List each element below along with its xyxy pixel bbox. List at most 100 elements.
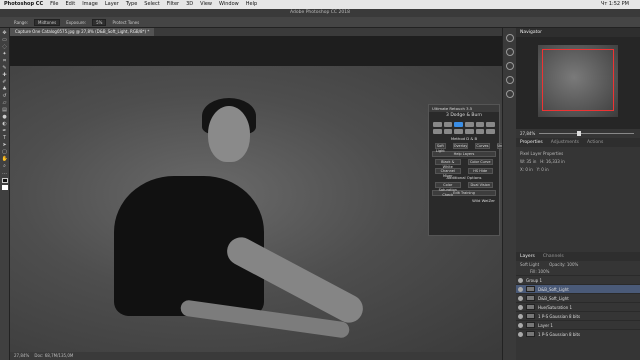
- exposure-field[interactable]: 5%: [92, 18, 107, 26]
- tab-actions[interactable]: Actions: [587, 138, 603, 147]
- menu-file[interactable]: File: [50, 0, 58, 9]
- clone-stamp-icon[interactable]: ♣: [2, 87, 8, 92]
- zoom-tool-icon[interactable]: ⌕: [2, 164, 8, 169]
- status-zoom[interactable]: 27,84%: [14, 353, 29, 358]
- document-tab[interactable]: Capture One Catalog0575.jpg @ 27,8% (D&B…: [10, 28, 155, 36]
- menu-window[interactable]: Window: [219, 0, 239, 9]
- tab-adjustments[interactable]: Adjustments: [551, 138, 579, 147]
- eye-icon[interactable]: [518, 313, 523, 319]
- soft-light-button[interactable]: Soft Light: [435, 143, 446, 153]
- color-saturation-check-button[interactable]: Color Saturation Check: [435, 182, 461, 197]
- foreground-color-swatch[interactable]: [1, 178, 8, 183]
- layer-row[interactable]: D&B_Soft_Light: [516, 293, 640, 302]
- color-curve-button[interactable]: Color Curve: [467, 159, 493, 165]
- opacity-field[interactable]: 100%: [567, 262, 578, 267]
- eraser-icon[interactable]: ▱: [2, 101, 8, 106]
- path-select-icon[interactable]: ➤: [2, 143, 8, 148]
- w-value[interactable]: 35 in: [526, 159, 536, 164]
- channel-mixer-button[interactable]: Channel Mixer: [435, 168, 461, 178]
- retouch-tool-icon[interactable]: [454, 129, 463, 134]
- dual-vision-button[interactable]: Dual Vision: [467, 182, 493, 188]
- swatches-icon[interactable]: [505, 62, 514, 70]
- move-tool-icon[interactable]: ✥: [2, 31, 8, 36]
- black-white-button[interactable]: Black & White: [435, 159, 461, 169]
- tools-panel: ✥ ▭ ◌ ✦ ⌗ ✎ ✚ ✐ ♣ ↺ ▱ ▤ ● ◐ ✒ T ➤ ▢ ✋ ⌕ …: [0, 28, 10, 360]
- navigator-zoom-value[interactable]: 27,84%: [520, 129, 535, 138]
- menu-type[interactable]: Type: [126, 0, 137, 9]
- menu-filter[interactable]: Filter: [167, 0, 179, 9]
- tab-properties[interactable]: Properties: [520, 138, 543, 147]
- eye-icon[interactable]: [518, 331, 523, 337]
- blur-tool-icon[interactable]: ●: [2, 115, 8, 120]
- navigator-preview[interactable]: [516, 37, 640, 129]
- app-menu[interactable]: Photoshop CC: [4, 0, 43, 9]
- brush-tool-icon[interactable]: ✐: [2, 80, 8, 85]
- retouch-tool-icon[interactable]: [443, 129, 453, 134]
- gradient-icon[interactable]: ▤: [2, 108, 8, 113]
- layer-row[interactable]: D&B_Soft_Light: [516, 284, 640, 293]
- x-value[interactable]: 0 in: [525, 167, 532, 172]
- pen-tool-icon[interactable]: ✒: [2, 129, 8, 134]
- info-icon[interactable]: [505, 90, 514, 98]
- retouch-tool-icon[interactable]: [475, 129, 485, 134]
- menu-image[interactable]: Image: [82, 0, 98, 9]
- menu-layer[interactable]: Layer: [105, 0, 119, 9]
- tab-channels[interactable]: Channels: [543, 252, 564, 261]
- menu-3d[interactable]: 3D: [186, 0, 193, 9]
- magic-wand-icon[interactable]: ✦: [2, 52, 8, 57]
- history-brush-icon[interactable]: ↺: [2, 94, 8, 99]
- retouch-tool-icon[interactable]: [465, 122, 474, 127]
- retouch-tool-icon[interactable]: [486, 129, 495, 134]
- lasso-tool-icon[interactable]: ◌: [2, 45, 8, 50]
- menu-edit[interactable]: Edit: [66, 0, 76, 9]
- marquee-tool-icon[interactable]: ▭: [2, 38, 8, 43]
- dodge-tool-icon[interactable]: ◐: [2, 122, 8, 127]
- hs-hide-button[interactable]: HS Hide: [467, 168, 493, 174]
- hand-tool-icon[interactable]: ✋: [2, 157, 8, 162]
- navigator-view-box[interactable]: [542, 49, 614, 111]
- retouch-tool-icon[interactable]: [433, 122, 442, 127]
- fill-field[interactable]: 100%: [538, 269, 549, 274]
- eye-icon[interactable]: [518, 277, 523, 283]
- healing-brush-icon[interactable]: ✚: [2, 73, 8, 78]
- retouch-tool-icon[interactable]: [465, 129, 474, 134]
- layer-row[interactable]: Layer 1: [516, 320, 640, 329]
- zoom-slider-knob[interactable]: [577, 131, 582, 136]
- blend-mode-select[interactable]: Soft Light: [520, 261, 539, 268]
- curves-button[interactable]: Curves: [475, 143, 490, 149]
- retouch-tool-icon[interactable]: [443, 122, 453, 127]
- range-select[interactable]: Midtones: [34, 18, 61, 26]
- eyedropper-icon[interactable]: ✎: [2, 66, 8, 71]
- figure-head: [208, 106, 250, 162]
- overlay-button[interactable]: Overlay: [452, 143, 469, 149]
- crop-tool-icon[interactable]: ⌗: [2, 59, 8, 64]
- layer-row[interactable]: Hue/Saturation 1: [516, 302, 640, 311]
- eye-icon[interactable]: [518, 322, 523, 328]
- color-icon[interactable]: [505, 48, 514, 56]
- background-color-swatch[interactable]: [1, 185, 8, 190]
- retouch-tool-icon[interactable]: [454, 122, 463, 127]
- brushes-icon[interactable]: [505, 76, 514, 84]
- layer-row[interactable]: 1 P-S Gaussian 8 bits: [516, 329, 640, 338]
- retouch-tool-icon[interactable]: [433, 129, 442, 134]
- shape-tool-icon[interactable]: ▢: [2, 150, 8, 155]
- type-tool-icon[interactable]: T: [2, 136, 8, 141]
- eye-icon[interactable]: [518, 286, 523, 292]
- menu-help[interactable]: Help: [246, 0, 257, 9]
- retouch-tool-icon[interactable]: [475, 122, 485, 127]
- navigator-tab[interactable]: Navigator: [520, 28, 542, 37]
- retouch-tool-icon[interactable]: [486, 122, 495, 127]
- h-value[interactable]: 16,333 in: [546, 159, 565, 164]
- eye-icon[interactable]: [518, 304, 523, 310]
- layer-row[interactable]: 1 P-S Gaussian 8 bits: [516, 311, 640, 320]
- navigator-zoom-slider[interactable]: [539, 131, 634, 136]
- eye-icon[interactable]: [518, 295, 523, 301]
- protect-tones-checkbox[interactable]: Protect Tones: [112, 17, 139, 28]
- tab-layers[interactable]: Layers: [520, 252, 535, 261]
- menu-view[interactable]: View: [200, 0, 212, 9]
- layer-row[interactable]: Group 1: [516, 275, 640, 284]
- more-tools-icon[interactable]: …: [2, 171, 8, 176]
- menu-select[interactable]: Select: [144, 0, 159, 9]
- y-value[interactable]: 0 in: [541, 167, 548, 172]
- history-icon[interactable]: [505, 34, 514, 42]
